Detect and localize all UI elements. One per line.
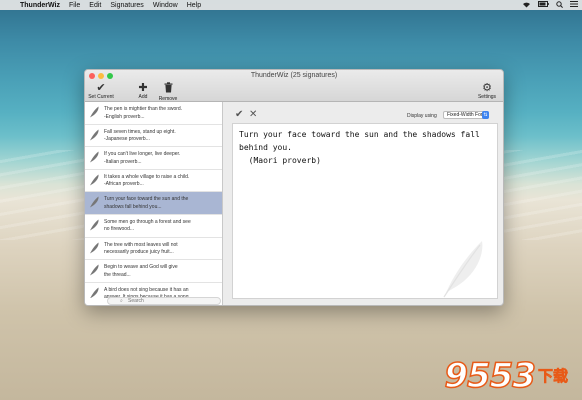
confirm-checkmark-icon[interactable]: ✔ [235,109,243,120]
checkmark-icon: ✔ [96,82,106,94]
settings-label: Settings [477,94,497,100]
search-field[interactable]: ⌕ [107,297,221,305]
signature-line-2: -African proverb... [104,181,144,188]
list-item[interactable]: If you can't live longer, live deeper. -I… [85,147,222,170]
signature-line-2: no firewood... [104,226,135,233]
signature-line-2: -Japanese proverb... [104,136,150,143]
search-icon[interactable] [556,0,563,10]
menu-file[interactable]: File [69,2,80,9]
feather-icon [90,219,99,231]
gear-icon: ⚙ [482,82,492,94]
list-item[interactable]: Turn your face toward the sun and the sha… [85,192,222,215]
signature-line-2: necessarily produce juicy fruit... [104,249,174,256]
signature-line-1: Fall seven times, stand up eight. [104,128,176,135]
signature-line-1: Some men go through a forest and see [104,218,191,225]
menu-icon[interactable] [570,1,578,9]
display-using-label: Display using [407,113,437,119]
menu-app[interactable]: ThunderWiz [20,2,60,9]
list-item[interactable]: The tree with most leaves will not necess… [85,238,222,261]
feather-icon [90,196,99,208]
list-item[interactable]: The pen is mightier than the sword. -Engl… [85,102,222,125]
updown-arrows-icon: ⇅ [482,111,489,119]
signature-line-1: The tree with most leaves will not [104,241,178,248]
watermark-text: 下载 [538,367,569,385]
set-current-label: Set Current [88,94,114,100]
signature-line-2: -Italian proverb... [104,158,142,165]
signature-line-1: It takes a whole village to raise a chil… [104,173,190,180]
signature-line-1: The pen is mightier than the sword. [104,106,183,112]
window-title: ThunderWiz (25 signatures) [250,72,338,79]
signature-line-2: the thread... [104,271,131,278]
signature-line-1: Begin to weave and God will give [104,264,178,271]
site-watermark-logo: 9553 下载 [444,355,574,397]
remove-button[interactable]: Remove [157,82,179,102]
list-item[interactable]: Fall seven times, stand up eight. -Japane… [85,125,222,148]
signature-line-2: shadows fall behind you... [104,203,162,210]
set-current-button[interactable]: ✔ Set Current [88,82,114,100]
settings-button[interactable]: ⚙ Settings [476,82,498,100]
list-item[interactable]: A bird does not sing because it has anan… [85,283,222,298]
add-button[interactable]: ✚ Add [133,82,153,100]
signature-line-2: -English proverb... [104,113,145,120]
list-item[interactable]: It takes a whole village to raise a chil… [85,170,222,193]
feather-icon [443,241,483,298]
add-label: Add [138,94,148,100]
title-bar: ThunderWiz (25 signatures) ✔ Set Current… [85,70,503,102]
signature-line-1: A bird does not sing because it has an [104,286,189,293]
battery-icon[interactable] [538,1,549,9]
menu-signatures[interactable]: Signatures [110,2,143,9]
signature-sidebar: The pen is mightier than the sword. -Engl… [85,102,223,305]
menu-help[interactable]: Help [187,2,201,9]
editor-panel: ✔ ✕ Display using Fixed-Width Font ⇅ Tur… [223,102,503,305]
signature-line-1: If you can't live longer, live deeper. [104,151,181,158]
trash-icon [157,82,179,96]
search-icon: ⌕ [120,298,123,304]
app-window: ThunderWiz (25 signatures) ✔ Set Current… [84,69,504,306]
signature-list[interactable]: The pen is mightier than the sword. -Engl… [85,102,222,298]
feather-icon [90,287,99,298]
feather-icon [90,242,99,254]
menu-edit[interactable]: Edit [89,2,101,9]
feather-icon [90,106,99,118]
font-select-value: Fixed-Width Font [447,112,486,118]
font-select[interactable]: Fixed-Width Font ⇅ [443,111,489,119]
plus-icon: ✚ [138,82,148,94]
watermark-number: 9553 [444,355,537,397]
search-input[interactable] [128,298,208,304]
menu-window[interactable]: Window [153,2,178,9]
list-item[interactable]: Some men go through a forest and see no f… [85,215,222,238]
cancel-x-icon[interactable]: ✕ [249,109,257,120]
menu-bar: ThunderWiz File Edit Signatures Window H… [0,0,582,10]
feather-icon [90,264,99,276]
wifi-icon[interactable] [522,1,531,10]
feather-icon [90,174,99,186]
signature-line-1: Turn your face toward the sun and the [104,196,189,203]
feather-icon [90,129,99,141]
feather-icon [90,151,99,163]
list-item[interactable]: Begin to weave and God will give the thre… [85,260,222,283]
